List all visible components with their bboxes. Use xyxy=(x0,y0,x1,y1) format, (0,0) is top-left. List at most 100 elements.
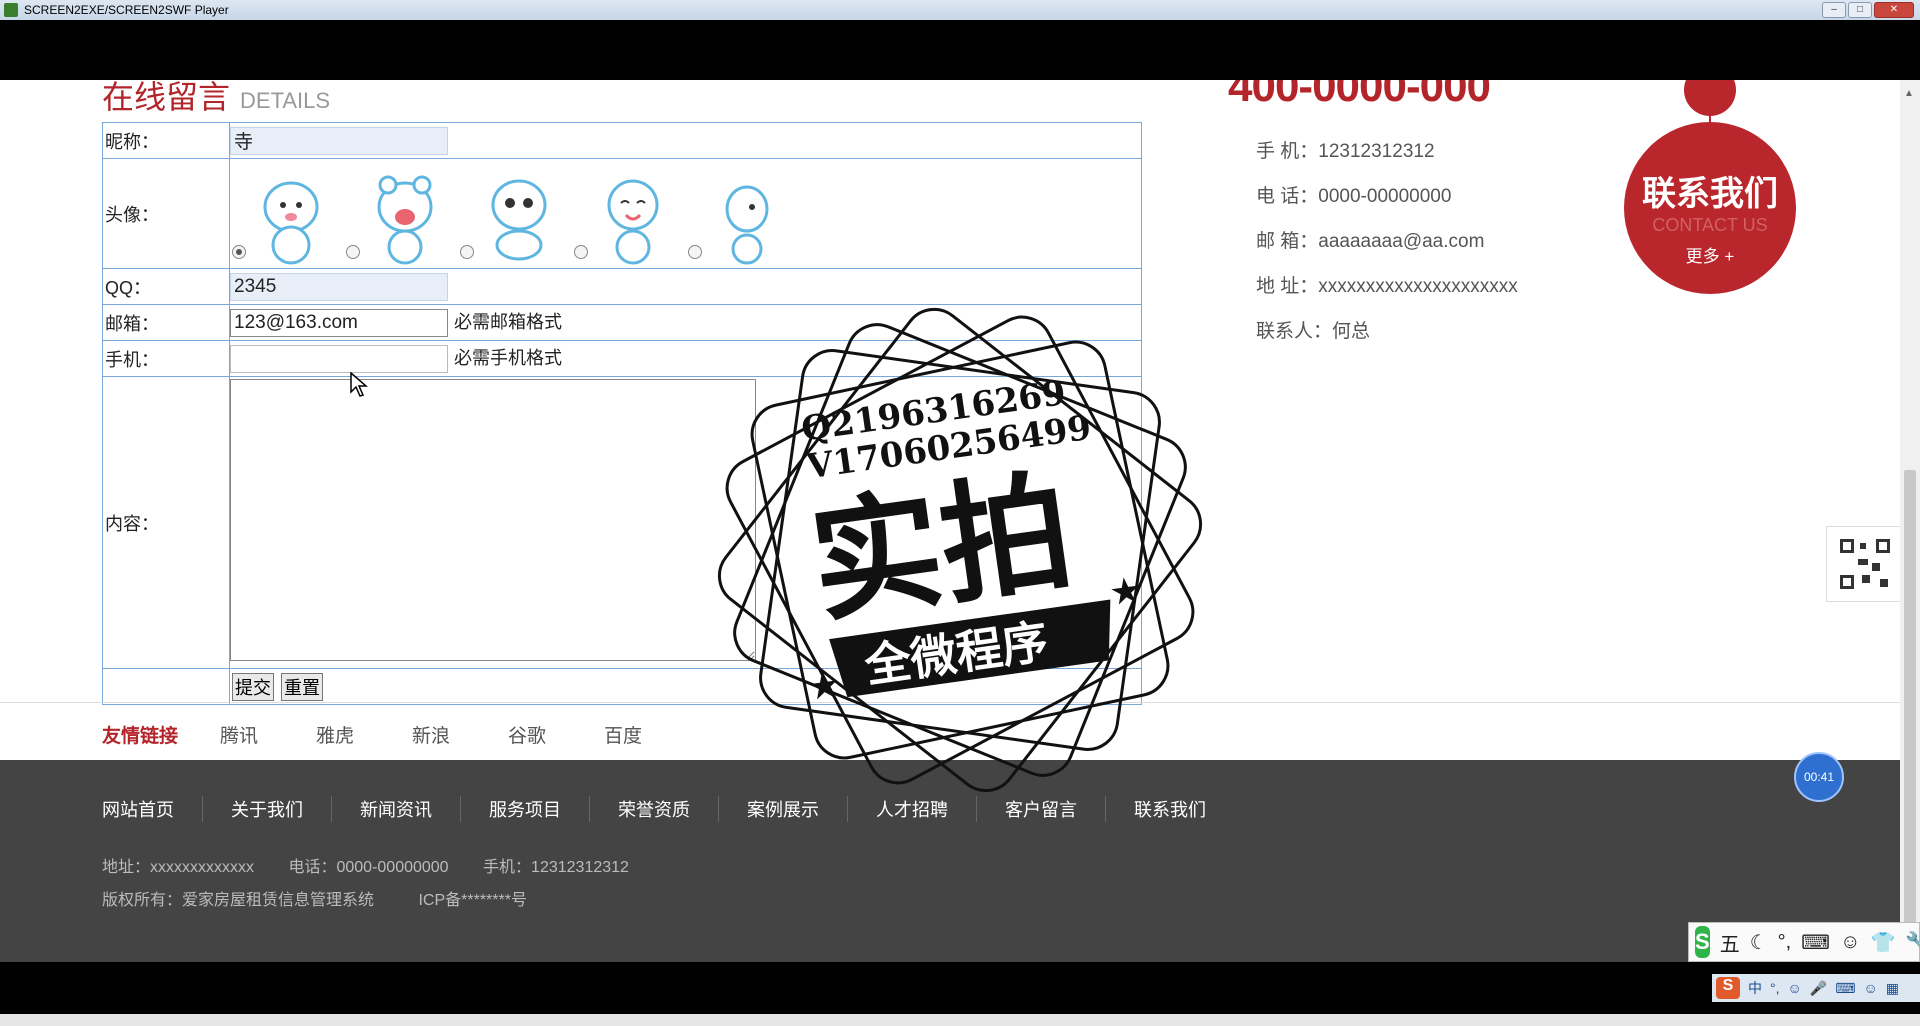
avatar-options xyxy=(230,161,1141,267)
ime-toolbar: S 五 ☾ °, ⌨ ☺ 👕 🔧 xyxy=(1688,922,1920,962)
window-titlebar: SCREEN2EXE/SCREEN2SWF Player – □ ✕ xyxy=(0,0,1920,20)
qq-input[interactable] xyxy=(230,272,448,301)
content-textarea[interactable] xyxy=(230,379,756,661)
contact-person: 联系人：何总 xyxy=(1256,321,1371,342)
maximize-button[interactable]: □ xyxy=(1848,2,1872,18)
section-title-cn: 在线留言 xyxy=(102,80,231,115)
punct-small-icon[interactable]: °, xyxy=(1770,980,1780,996)
section-title-en: DETAILS xyxy=(240,88,331,113)
avatar-option[interactable] xyxy=(688,167,792,267)
avatar-radio[interactable] xyxy=(688,244,702,259)
footer-contact: 地址：xxxxxxxxxxxxx 电话：0000-00000000 手机：123… xyxy=(102,853,659,877)
bear-avatar-icon xyxy=(377,175,433,264)
grid-icon[interactable]: ▦ xyxy=(1886,980,1899,997)
qq-label: QQ： xyxy=(102,268,230,305)
qr-pattern-icon xyxy=(1840,539,1890,589)
page-scrollbar[interactable]: ▲ xyxy=(1900,80,1920,962)
close-button[interactable]: ✕ xyxy=(1874,2,1914,18)
more-link[interactable]: 更多 + xyxy=(1624,242,1796,267)
app-icon xyxy=(4,3,18,17)
avatar-radio[interactable] xyxy=(346,244,360,259)
phone-icon xyxy=(1684,80,1736,116)
avatar-option[interactable] xyxy=(346,167,450,267)
contact-address: 地 址：xxxxxxxxxxxxxxxxxxxxx xyxy=(1256,276,1518,297)
scroll-thumb[interactable] xyxy=(1904,470,1916,930)
email-hint: 必需邮箱格式 xyxy=(454,312,562,332)
badge-title-en: CONTACT US xyxy=(1652,215,1768,235)
submit-button[interactable]: 提交 xyxy=(232,672,274,701)
friend-link[interactable]: 百度 xyxy=(604,721,700,748)
watermark-stamp: Q2196316269 V17060256499 实拍 全微程序 ★ ★ xyxy=(717,307,1203,793)
reset-button[interactable]: 重置 xyxy=(281,672,324,701)
footer-mobile: 手机：12312312312 xyxy=(483,859,629,876)
content-label: 内容： xyxy=(102,376,230,669)
user-small-icon[interactable]: ☺ xyxy=(1863,980,1877,996)
window-title: SCREEN2EXE/SCREEN2SWF Player xyxy=(24,3,229,17)
friend-link[interactable]: 新浪 xyxy=(412,721,508,748)
ime-mode[interactable]: 五 xyxy=(1720,928,1740,957)
contact-mobile: 手 机：12312312312 xyxy=(1256,141,1435,162)
avatar-option[interactable] xyxy=(232,167,336,267)
contact-us-badge[interactable]: 联系我们 CONTACT US 更多 + xyxy=(1624,122,1796,294)
friend-link[interactable]: 谷歌 xyxy=(508,721,604,748)
bottom-strip xyxy=(0,1014,1920,1026)
user-icon[interactable]: ☺ xyxy=(1840,931,1860,954)
star-icon: ★ xyxy=(1107,568,1145,613)
wrench-icon[interactable]: 🔧 xyxy=(1905,930,1920,955)
avatar-option[interactable] xyxy=(574,167,678,267)
ime-taskbar: S 中 °, ☺ 🎤 ⌨ ☺ ▦ xyxy=(1712,974,1920,1002)
footer-copyright: 版权所有：爱家房屋租赁信息管理系统 xyxy=(102,892,375,909)
footer-icp: ICP备********号 xyxy=(418,892,527,909)
footer-address: 地址：xxxxxxxxxxxxx xyxy=(102,859,255,876)
footer-phone: 电话：0000-00000000 xyxy=(288,859,449,876)
keyboard-small-icon[interactable]: ⌨ xyxy=(1835,980,1855,997)
email-input[interactable] xyxy=(230,309,448,337)
email-label: 邮箱： xyxy=(102,304,230,341)
contact-phone: 电 话：0000-00000000 xyxy=(1256,186,1452,207)
avatar-radio[interactable] xyxy=(460,244,474,259)
minimize-button[interactable]: – xyxy=(1822,2,1846,18)
phone-hint: 必需手机格式 xyxy=(454,348,562,368)
friend-link[interactable]: 腾讯 xyxy=(220,721,316,748)
nickname-label: 昵称： xyxy=(102,122,230,159)
bear-avatar-icon xyxy=(607,179,659,264)
footer-nav-item[interactable]: 荣誉资质 xyxy=(589,796,718,822)
footer-nav-item[interactable]: 关于我们 xyxy=(202,796,331,822)
hotline-number: 400-0000-000 xyxy=(1228,80,1491,111)
friend-link[interactable]: 雅虎 xyxy=(316,721,412,748)
mic-icon[interactable]: 🎤 xyxy=(1810,980,1827,997)
sogou-logo-icon: S xyxy=(1695,926,1710,958)
qr-code-icon[interactable] xyxy=(1826,526,1900,602)
star-icon: ★ xyxy=(805,663,843,708)
sogou-small-icon: S xyxy=(1716,977,1740,999)
friend-links-label: 友情链接 xyxy=(102,726,179,747)
emoji-icon[interactable]: ☺ xyxy=(1788,980,1802,996)
ime-language[interactable]: 中 xyxy=(1748,978,1762,998)
scroll-up-icon[interactable]: ▲ xyxy=(1904,88,1914,99)
contact-info: 手 机：12312312312 电 话：0000-00000000 邮 箱：aa… xyxy=(1256,136,1518,361)
moon-icon[interactable]: ☾ xyxy=(1750,930,1768,955)
avatar-option[interactable] xyxy=(460,167,564,267)
avatar-radio[interactable] xyxy=(574,244,588,259)
page-title: 在线留言 DETAILS xyxy=(102,80,330,118)
shirt-icon[interactable]: 👕 xyxy=(1870,930,1895,955)
avatar-label: 头像： xyxy=(102,158,230,269)
punctuation-icon[interactable]: °, xyxy=(1778,931,1792,954)
bear-avatar-icon xyxy=(263,181,319,264)
badge-title-cn: 联系我们 xyxy=(1642,175,1778,213)
contact-email: 邮 箱：aaaaaaaa@aa.com xyxy=(1256,231,1485,252)
bear-avatar-icon xyxy=(725,185,769,264)
player-timer: 00:41 xyxy=(1794,752,1844,802)
footer-nav-item[interactable]: 网站首页 xyxy=(102,796,202,822)
footer-legal: 版权所有：爱家房屋租赁信息管理系统 ICP备********号 xyxy=(102,886,567,910)
phone-input[interactable] xyxy=(230,345,448,373)
avatar-radio[interactable] xyxy=(232,244,246,259)
nickname-input[interactable] xyxy=(230,126,448,155)
keyboard-icon[interactable]: ⌨ xyxy=(1801,930,1830,955)
phone-label: 手机： xyxy=(102,340,230,377)
mouse-cursor-icon xyxy=(350,372,368,397)
bear-avatar-icon xyxy=(491,179,547,260)
footer-nav-item[interactable]: 服务项目 xyxy=(460,796,589,822)
window-controls: – □ ✕ xyxy=(1822,2,1914,18)
footer-nav-item[interactable]: 新闻资讯 xyxy=(331,796,460,822)
